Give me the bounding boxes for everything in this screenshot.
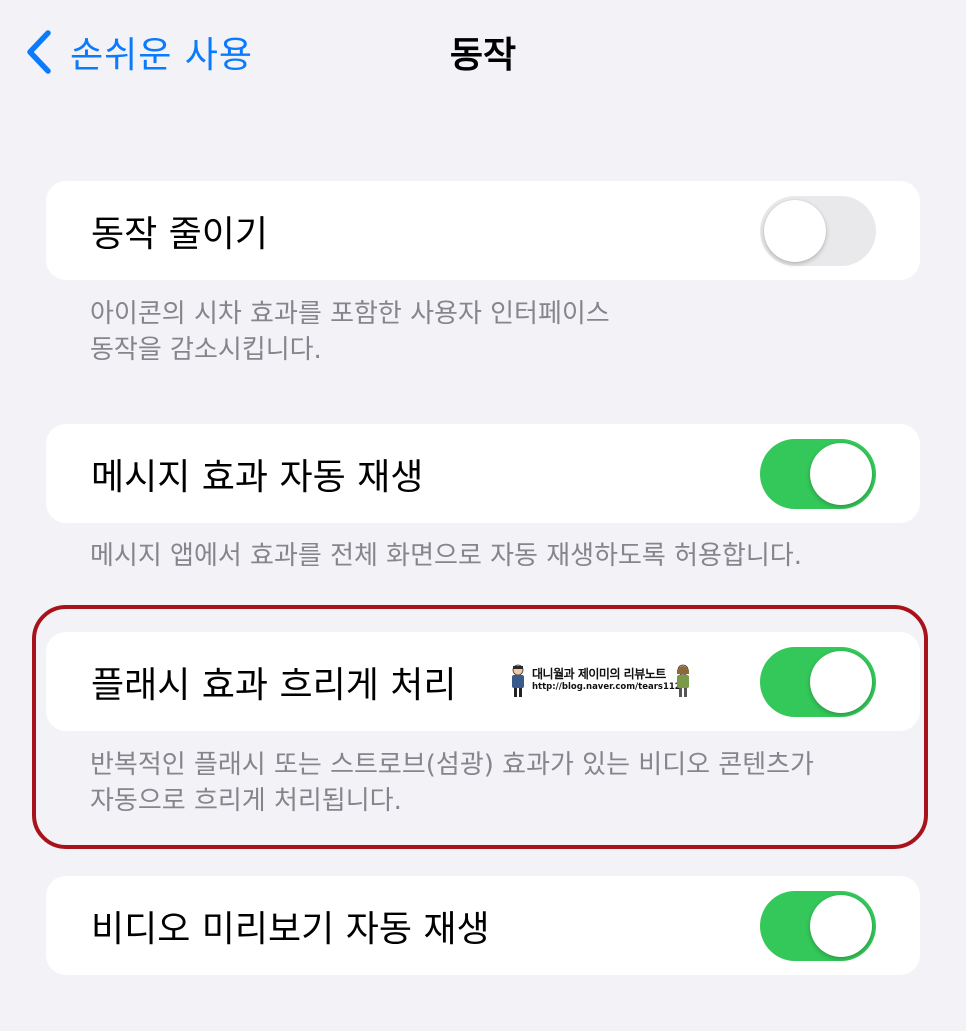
setting-label-auto-play-video-previews: 비디오 미리보기 자동 재생	[91, 908, 490, 950]
toggle-auto-play-message-effects[interactable]	[760, 438, 876, 509]
footer-auto-play-message-effects: 메시지 앱에서 효과를 전체 화면으로 자동 재생하도록 허용합니다.	[90, 538, 890, 574]
footer-line: 동작을 감소시킵니다.	[90, 335, 322, 365]
toggle-knob	[764, 199, 826, 262]
footer-line: 자동으로 흐리게 처리됩니다.	[90, 786, 402, 816]
person-figure-icon	[677, 664, 689, 697]
blog-watermark: 대니월과 제이미의 리뷰노트 http://blog.naver.com/tea…	[509, 662, 699, 702]
watermark-title: 대니월과 제이미의 리뷰노트	[532, 667, 666, 681]
setting-row-reduce-motion: 동작 줄이기	[46, 181, 920, 280]
toggle-knob	[810, 442, 872, 505]
page-title: 동작	[449, 35, 517, 76]
footer-reduce-motion: 아이콘의 시차 효과를 포함한 사용자 인터페이스 동작을 감소시킵니다.	[90, 296, 890, 368]
setting-label-dim-flashing-lights: 플래시 효과 흐리게 처리	[91, 664, 457, 706]
navigation-bar: 손쉬운 사용 동작	[0, 0, 966, 105]
setting-row-dim-flashing-lights: 플래시 효과 흐리게 처리 대니월과 제이미의 리뷰노트 http://blog…	[46, 632, 920, 731]
person-figure-icon	[512, 664, 524, 697]
toggle-knob	[810, 650, 872, 713]
watermark-url: http://blog.naver.com/tears1124	[532, 682, 687, 692]
setting-label-reduce-motion: 동작 줄이기	[91, 213, 269, 255]
toggle-dim-flashing-lights[interactable]	[760, 646, 876, 717]
footer-line: 메시지 앱에서 효과를 전체 화면으로 자동 재생하도록 허용합니다.	[90, 541, 802, 571]
setting-row-auto-play-video-previews: 비디오 미리보기 자동 재생	[46, 876, 920, 975]
toggle-knob	[810, 894, 872, 957]
setting-row-auto-play-message-effects: 메시지 효과 자동 재생	[46, 424, 920, 523]
toggle-auto-play-video-previews[interactable]	[760, 890, 876, 961]
footer-line: 아이콘의 시차 효과를 포함한 사용자 인터페이스	[90, 299, 610, 329]
setting-label-auto-play-message-effects: 메시지 효과 자동 재생	[91, 456, 424, 498]
toggle-reduce-motion[interactable]	[760, 195, 876, 266]
footer-line: 반복적인 플래시 또는 스트로브(섬광) 효과가 있는 비디오 콘텐츠가	[90, 750, 814, 780]
footer-dim-flashing-lights: 반복적인 플래시 또는 스트로브(섬광) 효과가 있는 비디오 콘텐츠가 자동으…	[90, 747, 890, 819]
